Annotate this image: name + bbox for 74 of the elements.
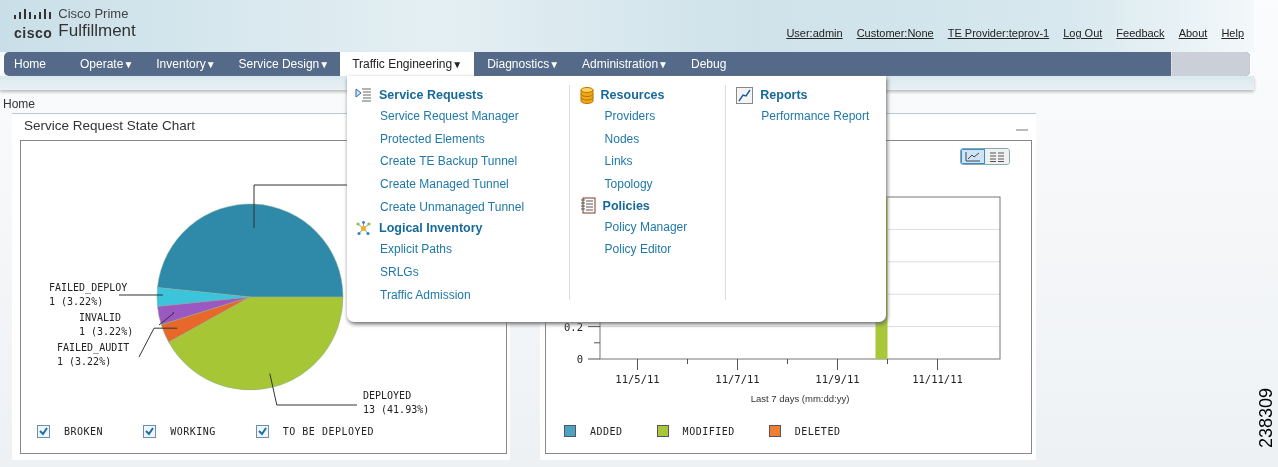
slice-value: 1 (3.22%) [79, 326, 134, 337]
menu-item[interactable]: Service Request Manager [355, 105, 569, 128]
brand-name: cisco [14, 25, 53, 41]
header-link[interactable]: Help [1221, 27, 1244, 39]
x-tick-label: 11/5/11 [615, 373, 660, 385]
chart-view-button[interactable] [961, 149, 985, 164]
header-link[interactable]: TE Provider:teprov-1 [947, 27, 1050, 39]
slice-value: 1 (3.22%) [49, 296, 104, 307]
menu-item[interactable]: Performance Report [736, 105, 886, 128]
nav-tab[interactable]: Service Design▼ [226, 52, 340, 76]
panel-title: Service Request State Chart [24, 118, 196, 135]
menu-item[interactable]: Policy Manager [579, 215, 726, 239]
nav-tab[interactable]: Debug [679, 52, 737, 76]
header-link[interactable]: Feedback [1116, 27, 1165, 39]
header-link[interactable]: Customer:None [856, 27, 934, 39]
menu-item[interactable]: Protected Elements [355, 127, 569, 151]
filter-label: BROKEN [64, 426, 104, 437]
menu-item[interactable]: Create Managed Tunnel [355, 173, 569, 196]
database-icon [579, 86, 594, 104]
nav-tab[interactable]: Diagnostics▼ [475, 52, 570, 76]
table-view-button[interactable] [985, 149, 1009, 164]
y-tick-label: 0 [576, 353, 583, 365]
menu-item[interactable]: Policy Editor [579, 238, 726, 262]
filter-checkbox[interactable] [143, 425, 157, 438]
x-tick-label: 11/7/11 [715, 373, 760, 385]
notebook-icon [579, 197, 596, 215]
nav-tab[interactable]: Operate▼ [68, 52, 144, 76]
figure-number: 238309 [1256, 388, 1277, 449]
menu-item[interactable]: Providers [579, 105, 726, 128]
menu-item[interactable]: Topology [579, 173, 726, 196]
x-tick-label: 11/9/11 [815, 373, 860, 385]
menu-item[interactable]: Nodes [579, 127, 726, 151]
filter-label: TO BE DEPLOYED [282, 426, 375, 437]
nav-tab[interactable]: Inventory▼ [144, 52, 226, 76]
list-icon [355, 88, 372, 102]
x-axis-label: Last 7 days (mm:dd:yy) [750, 393, 850, 404]
menu-group-title: Policies [602, 198, 650, 213]
legend-label: ADDED [590, 425, 623, 437]
y-tick-label: 0.2 [564, 320, 583, 333]
menu-item[interactable]: Links [579, 150, 726, 174]
cisco-logo-icon [14, 9, 52, 21]
nav-tab[interactable]: Home [4, 52, 56, 76]
network-icon [355, 220, 372, 236]
menu-group-title: Logical Inventory [379, 221, 483, 236]
line-chart-icon [736, 86, 754, 104]
menu-group-title: Resources [600, 88, 665, 102]
breadcrumb[interactable]: Home [3, 98, 35, 110]
slice-value: 13 (41.93%) [363, 404, 430, 415]
x-tick-label: 11/11/11 [912, 373, 963, 385]
menu-item[interactable]: Create Unmanaged Tunnel [355, 195, 569, 219]
legend-label: MODIFIED [682, 425, 735, 437]
nav-tab[interactable]: Traffic Engineering▼ [340, 52, 475, 76]
header-link[interactable]: Log Out [1063, 27, 1103, 39]
nav-tab[interactable]: Administration▼ [570, 52, 678, 76]
menu-item[interactable]: Create TE Backup Tunnel [355, 150, 569, 174]
product-line: Cisco Prime [58, 6, 130, 21]
product-name: Fulfillment [58, 21, 136, 41]
filter-label: WORKING [170, 426, 216, 437]
menu-item[interactable]: Explicit Paths [355, 238, 569, 262]
filter-checkbox[interactable] [37, 425, 50, 438]
slice-label: DEPLOYED [363, 390, 412, 401]
menu-item[interactable]: SRLGs [355, 261, 569, 284]
menu-item[interactable]: Traffic Admission [355, 283, 569, 307]
slice-label: FAILED_AUDIT [57, 342, 130, 353]
menu-group-title: Reports [760, 88, 808, 102]
legend-label: DELETED [794, 425, 841, 437]
filter-checkbox[interactable] [255, 425, 269, 438]
menu-group-title: Service Requests [379, 88, 484, 102]
header-link[interactable]: About [1178, 27, 1208, 39]
slice-value: 1 (3.22%) [57, 356, 112, 367]
leader-line [118, 294, 164, 296]
slice-label: INVALID [79, 312, 122, 323]
header-link[interactable]: User:admin [786, 27, 843, 39]
slice-label: FAILED_DEPLOY [49, 282, 128, 293]
